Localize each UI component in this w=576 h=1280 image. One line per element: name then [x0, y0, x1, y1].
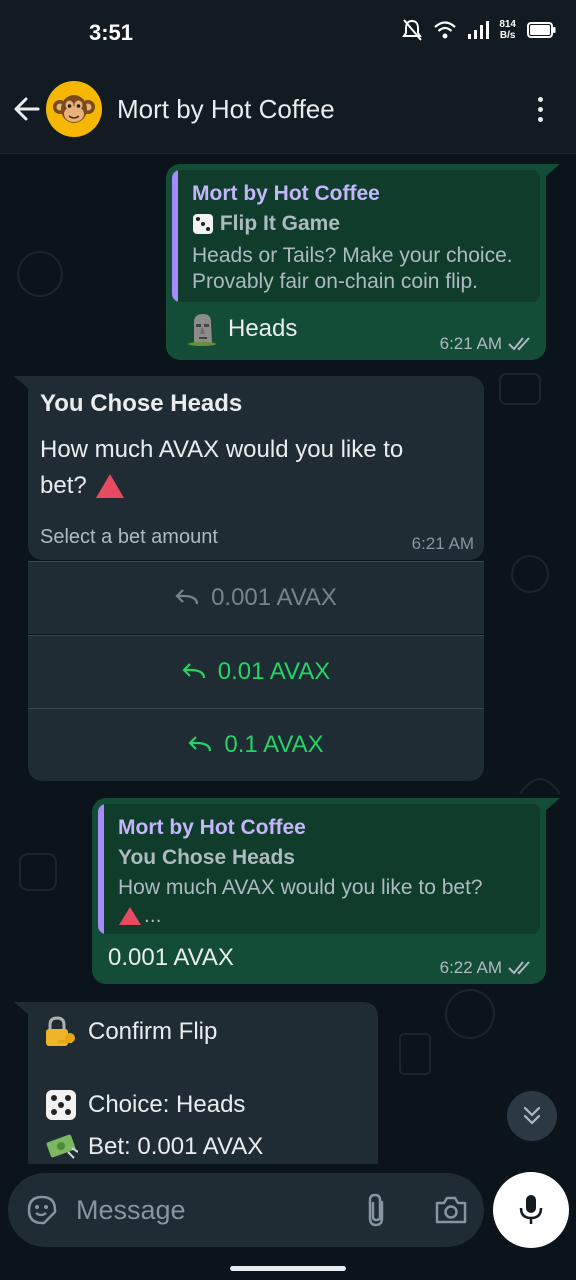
outgoing-message[interactable]: Mort by Hot Coffee You Chose Heads How m… [92, 798, 546, 984]
message-time: 6:21 AM [439, 334, 502, 353]
quote-line: Provably fair on-chain coin flip. [192, 270, 478, 293]
status-bar: 3:51 814 B/s [0, 0, 576, 66]
incoming-message[interactable]: Confirm Flip Choice: Heads Bet: 0.001 AV… [28, 1002, 378, 1164]
double-check-icon [508, 337, 530, 351]
quote-line: How much AVAX would you like to bet? [118, 876, 483, 899]
quote-title: Flip It Game [192, 212, 340, 236]
message-input[interactable] [76, 1173, 346, 1247]
incoming-message[interactable]: You Chose Heads How much AVAX would you … [28, 376, 484, 560]
bet-button-0001[interactable]: 0.001 AVAX [28, 562, 484, 634]
quote-line: Heads or Tails? Make your choice. [192, 244, 513, 267]
back-button[interactable] [10, 92, 44, 126]
mic-icon [519, 1195, 543, 1224]
menu-dot [537, 97, 543, 102]
reply-icon [175, 589, 199, 605]
message-composer [8, 1173, 484, 1247]
confirm-bet: Bet: 0.001 AVAX [44, 1130, 263, 1164]
outgoing-message[interactable]: Mort by Hot Coffee Flip It Game Heads or… [166, 164, 546, 360]
wifi-icon [434, 21, 457, 39]
bubble-tail [544, 798, 560, 812]
chat-header: Mort by Hot Coffee [0, 66, 576, 154]
moai-icon [188, 314, 216, 346]
quote-author: Mort by Hot Coffee [192, 182, 380, 205]
message-time: 6:21 AM [411, 534, 474, 553]
triangle-icon [95, 474, 124, 498]
scroll-down-icon [523, 1106, 541, 1125]
menu-button[interactable] [530, 94, 550, 124]
status-icons: 814 B/s [401, 18, 556, 42]
double-check-icon [508, 961, 530, 975]
mic-button[interactable] [493, 1172, 569, 1248]
dice-icon [46, 1090, 76, 1120]
quote-author: Mort by Hot Coffee [118, 816, 306, 839]
message-meta: 6:21 AM [440, 334, 534, 354]
bubble-tail [544, 164, 560, 178]
chat-title[interactable]: Mort by Hot Coffee [117, 94, 335, 125]
confirm-title: Confirm Flip [44, 1016, 217, 1048]
dice-icon [193, 214, 213, 235]
camera-icon[interactable] [434, 1195, 468, 1225]
back-icon [14, 97, 40, 121]
message-time: 6:22 AM [439, 958, 502, 977]
menu-dot [537, 107, 543, 112]
chat-area[interactable]: Mort by Hot Coffee Flip It Game Heads or… [0, 154, 576, 1164]
bet-button-001[interactable]: 0.01 AVAX [28, 636, 484, 708]
sticker-icon[interactable] [26, 1194, 58, 1226]
menu-dot [537, 117, 543, 122]
message-line: How much AVAX would you like to [40, 436, 404, 463]
avatar[interactable] [46, 81, 102, 137]
lock-key-icon [46, 1016, 75, 1046]
scroll-down-button[interactable] [507, 1091, 557, 1141]
quoted-message[interactable]: Mort by Hot Coffee You Chose Heads How m… [98, 804, 540, 934]
network-speed: 814 B/s [499, 19, 516, 41]
reply-icon [188, 736, 212, 752]
message-text: Heads [186, 312, 297, 346]
monkey-icon [53, 95, 95, 123]
quote-title: You Chose Heads [118, 846, 295, 869]
status-time: 3:51 [89, 20, 134, 45]
money-icon [46, 1134, 78, 1159]
attach-icon[interactable] [364, 1192, 390, 1228]
signal-icon [468, 21, 490, 39]
bet-button-01[interactable]: 0.1 AVAX [28, 709, 484, 781]
quoted-message[interactable]: Mort by Hot Coffee Flip It Game Heads or… [172, 170, 540, 302]
message-line: bet? [40, 472, 125, 500]
battery-icon [527, 22, 556, 38]
message-title: You Chose Heads [40, 390, 243, 417]
reply-icon [182, 663, 205, 679]
message-footer: Select a bet amount [40, 526, 218, 548]
gesture-nav-bar[interactable] [230, 1266, 346, 1271]
mute-bell-icon [402, 19, 423, 41]
message-meta: 6:22 AM [440, 958, 534, 978]
triangle-icon [119, 906, 141, 925]
message-text: 0.001 AVAX [108, 944, 234, 971]
confirm-choice: Choice: Heads [44, 1088, 245, 1122]
quote-line: ... [118, 902, 162, 929]
